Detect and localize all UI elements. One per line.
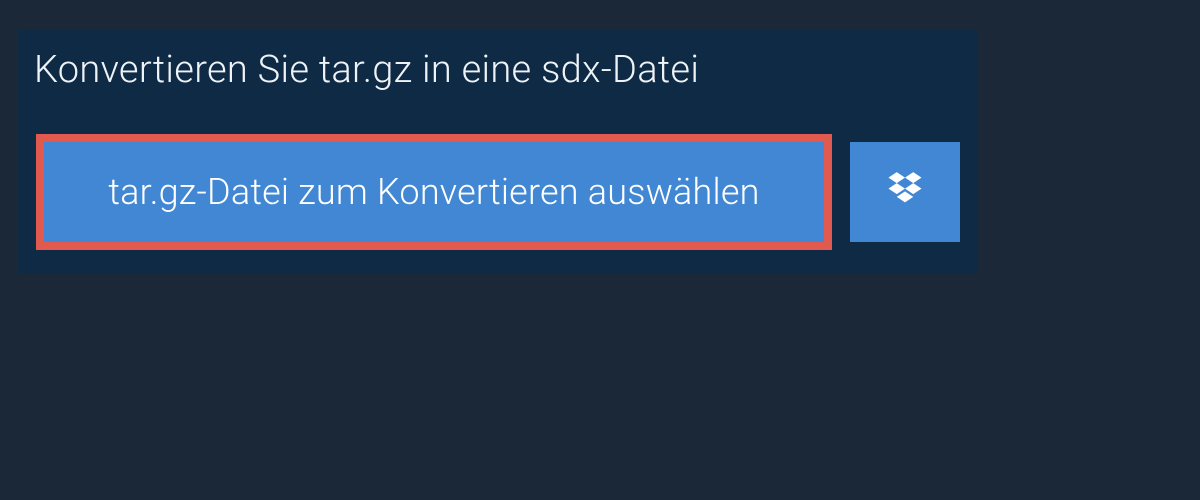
select-file-label: tar.gz-Datei zum Konvertieren auswählen bbox=[108, 171, 759, 213]
select-file-button[interactable]: tar.gz-Datei zum Konvertieren auswählen bbox=[44, 142, 824, 242]
page-title: Konvertieren Sie tar.gz in eine sdx-Date… bbox=[18, 30, 727, 114]
select-file-highlight: tar.gz-Datei zum Konvertieren auswählen bbox=[36, 134, 832, 250]
button-row: tar.gz-Datei zum Konvertieren auswählen bbox=[18, 114, 978, 274]
dropbox-icon bbox=[883, 168, 927, 216]
converter-panel: Konvertieren Sie tar.gz in eine sdx-Date… bbox=[18, 30, 978, 274]
dropbox-button[interactable] bbox=[850, 142, 960, 242]
